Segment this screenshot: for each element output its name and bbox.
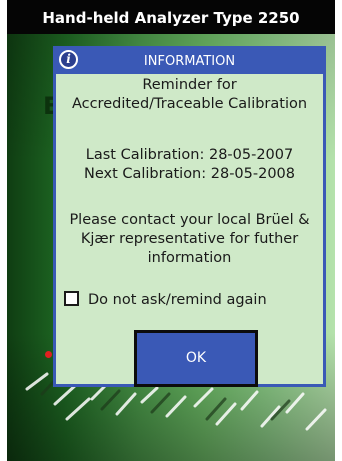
next-calibration: Next Calibration: 28-05-2008: [83, 166, 296, 182]
reminder-line-1: Reminder for: [142, 77, 237, 93]
do-not-remind-checkbox[interactable]: [64, 290, 79, 306]
dialog-header: i INFORMATION: [56, 49, 323, 74]
contact-line-2: Kjær representative for futher: [80, 231, 299, 247]
last-calibration: Last Calibration: 28-05-2007: [85, 147, 294, 163]
do-not-remind-label: Do not ask/remind again: [88, 292, 267, 308]
status-indicator: [45, 351, 52, 358]
contact-line-3: information: [147, 250, 232, 266]
do-not-remind-row[interactable]: Do not ask/remind again: [64, 290, 267, 310]
window-title: Hand-held Analyzer Type 2250: [7, 0, 335, 34]
information-dialog: i INFORMATION Reminder for Accredited/Tr…: [53, 46, 326, 387]
reminder-line-2: Accredited/Traceable Calibration: [71, 96, 308, 112]
info-icon: i: [59, 50, 78, 69]
analyzer-device: Hand-held Analyzer Type 2250 E i INFORMA…: [7, 0, 335, 461]
contact-line-1: Please contact your local Brüel &: [69, 212, 310, 228]
ok-button[interactable]: OK: [134, 330, 258, 387]
dialog-title: INFORMATION: [143, 54, 236, 69]
